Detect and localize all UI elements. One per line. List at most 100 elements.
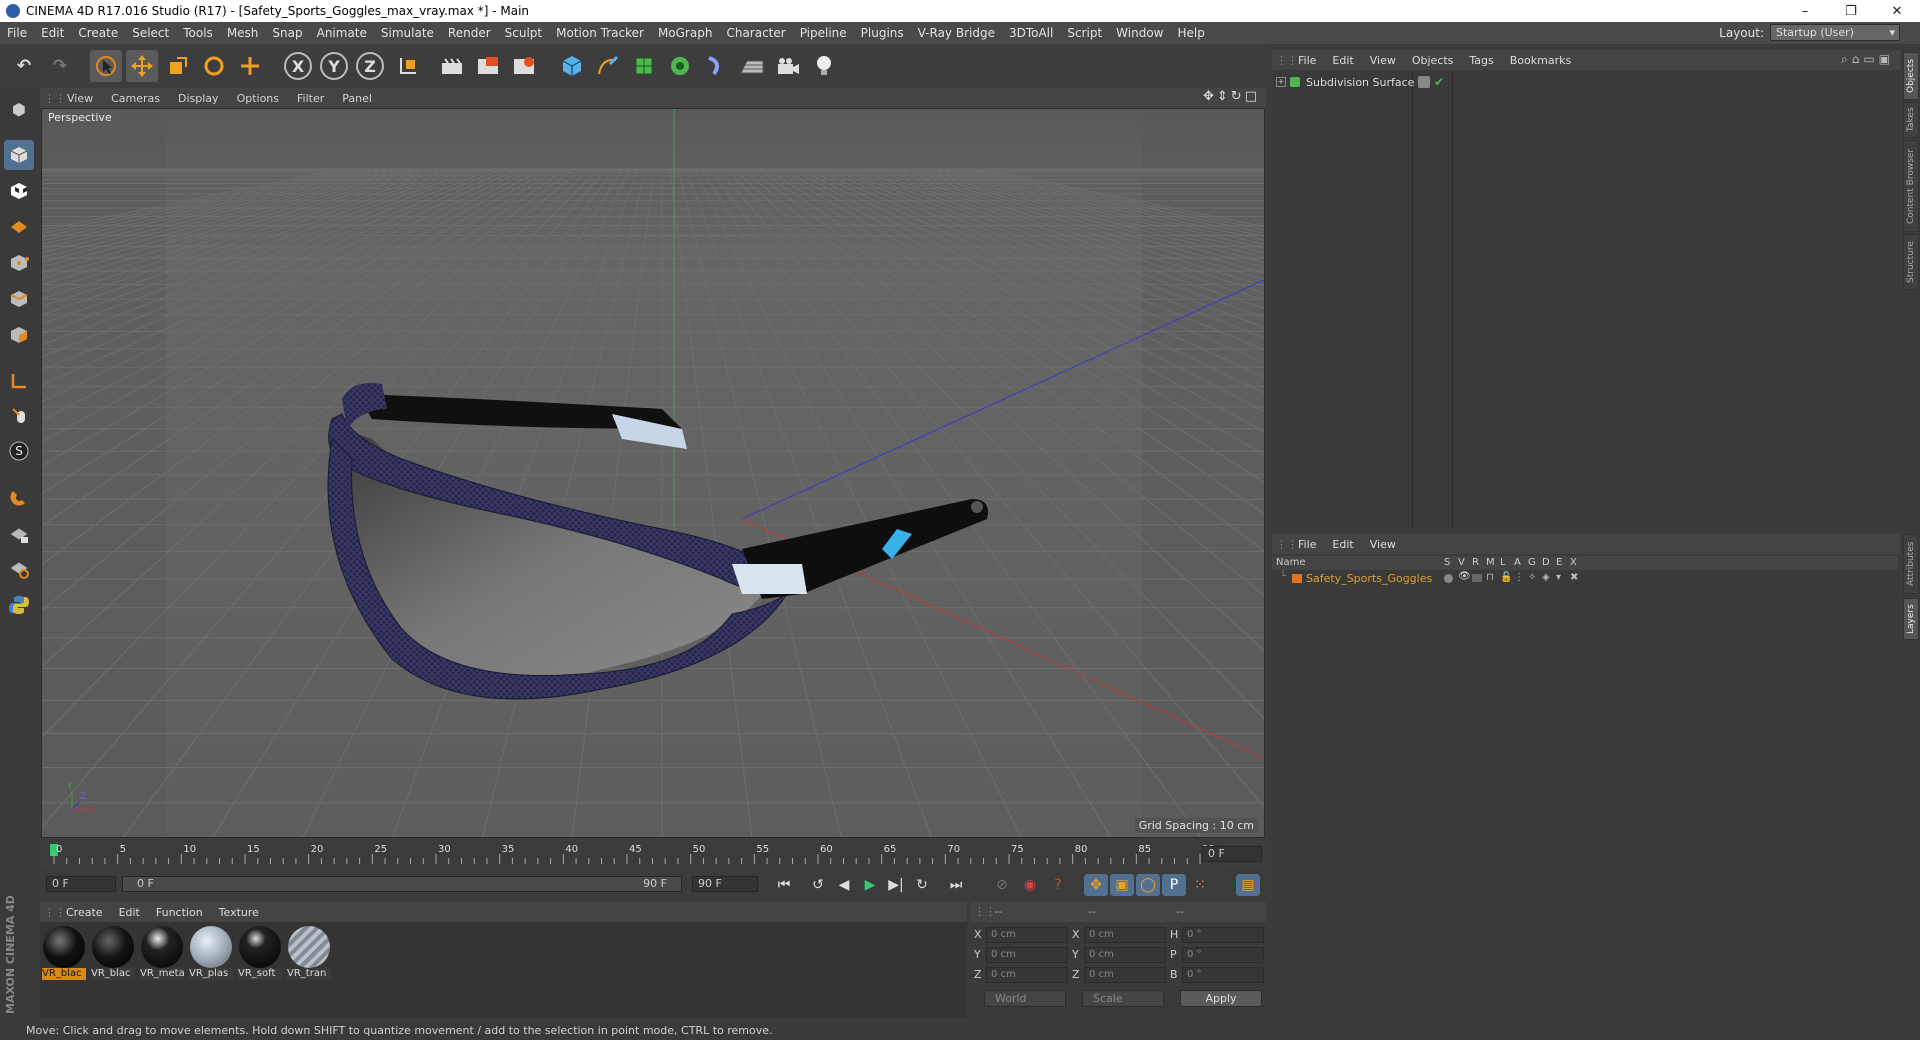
scale-tool-icon[interactable]: [162, 50, 194, 82]
menu-edit[interactable]: Edit: [34, 26, 71, 40]
locked-workplane-icon[interactable]: [4, 520, 34, 550]
render-to-picture-viewer-icon[interactable]: [472, 50, 504, 82]
record-keys-icon[interactable]: ⊘: [990, 874, 1014, 896]
viewport-menu-display[interactable]: Display: [169, 92, 228, 105]
close-button[interactable]: ✕: [1874, 0, 1920, 22]
python-icon[interactable]: [4, 590, 34, 620]
layer-col-e[interactable]: E: [1556, 557, 1562, 568]
keyframe-selection-icon[interactable]: ?: [1046, 874, 1070, 896]
menu-snap[interactable]: Snap: [265, 26, 309, 40]
menu-help[interactable]: Help: [1170, 26, 1211, 40]
redo-icon[interactable]: ↷: [44, 50, 76, 82]
coord-size-y-field[interactable]: 0 cm: [1084, 947, 1166, 963]
object-menu-view[interactable]: View: [1362, 54, 1404, 67]
viewport-maximize-icon[interactable]: □: [1245, 89, 1260, 104]
viewport-menu-panel[interactable]: Panel: [333, 92, 381, 105]
go-to-next-key-icon[interactable]: ↻: [910, 874, 934, 896]
layer-col-d[interactable]: D: [1542, 557, 1550, 568]
key-scale-icon[interactable]: ▣: [1110, 874, 1134, 896]
menu-sculpt[interactable]: Sculpt: [498, 26, 549, 40]
menu-create[interactable]: Create: [71, 26, 125, 40]
object-row[interactable]: + Subdivision Surface ✔: [1272, 74, 1898, 90]
coord-pos-z-field[interactable]: 0 cm: [986, 967, 1068, 983]
menu-select[interactable]: Select: [125, 26, 176, 40]
deformer-icon[interactable]: [700, 50, 732, 82]
key-rotation-icon[interactable]: ◯: [1136, 874, 1160, 896]
material-menu-edit[interactable]: Edit: [111, 906, 148, 919]
axis-mode-icon[interactable]: [4, 366, 34, 396]
layout-icon[interactable]: ▭: [1863, 52, 1878, 66]
tab-content-browser[interactable]: Content Browser: [1903, 140, 1919, 232]
live-selection-icon[interactable]: [90, 50, 122, 82]
layer-menu-view[interactable]: View: [1362, 538, 1404, 551]
key-parameter-icon[interactable]: P: [1162, 874, 1186, 896]
coord-size-x-field[interactable]: 0 cm: [1084, 927, 1166, 943]
tweak-mode-icon[interactable]: [4, 400, 34, 430]
cube-primitive-icon[interactable]: [556, 50, 588, 82]
layer-col-r[interactable]: R: [1472, 557, 1479, 568]
next-frame-icon[interactable]: ▶|: [884, 874, 908, 896]
layer-manager-icon[interactable]: ⊓: [1486, 572, 1494, 583]
layer-col-l[interactable]: L: [1500, 557, 1506, 568]
model-mode-icon[interactable]: [4, 140, 34, 170]
edit-render-settings-icon[interactable]: [508, 50, 540, 82]
apply-button[interactable]: Apply: [1180, 990, 1262, 1007]
menu-motion-tracker[interactable]: Motion Tracker: [549, 26, 651, 40]
undo-icon[interactable]: ↶: [8, 50, 40, 82]
go-to-start-icon[interactable]: ⏮: [772, 874, 796, 896]
coord-rot-b-field[interactable]: 0 °: [1182, 967, 1264, 983]
menu-simulate[interactable]: Simulate: [374, 26, 441, 40]
play-forward-icon[interactable]: ▶: [858, 874, 882, 896]
pen-spline-icon[interactable]: [592, 50, 624, 82]
recent-tool-icon[interactable]: [234, 50, 266, 82]
layer-xref-icon[interactable]: ✖: [1570, 572, 1578, 583]
viewport-menu-view[interactable]: View: [58, 92, 102, 105]
layer-visible-icon[interactable]: 👁: [1458, 571, 1471, 582]
coordinate-system-icon[interactable]: [392, 50, 424, 82]
make-editable-icon[interactable]: ⬢: [4, 94, 34, 124]
planar-workplane-icon[interactable]: [4, 554, 34, 584]
layer-generators-icon[interactable]: ✧: [1528, 572, 1536, 583]
layer-animation-icon[interactable]: ⋮: [1514, 572, 1524, 583]
coord-size-z-field[interactable]: 0 cm: [1084, 967, 1166, 983]
layer-expressions-icon[interactable]: ▾: [1556, 572, 1561, 583]
x-axis-lock-button[interactable]: X: [282, 50, 314, 82]
material-item[interactable]: VR_tran: [287, 926, 331, 984]
menu-pipeline[interactable]: Pipeline: [793, 26, 854, 40]
search-icon[interactable]: ⌕: [1841, 52, 1852, 66]
tab-structure[interactable]: Structure: [1903, 234, 1919, 290]
edges-mode-icon[interactable]: [4, 284, 34, 314]
end-frame-field[interactable]: 90 F: [692, 876, 758, 892]
y-axis-lock-button[interactable]: Y: [318, 50, 350, 82]
enabled-check-icon[interactable]: ✔: [1434, 75, 1444, 89]
cloner-icon[interactable]: [664, 50, 696, 82]
object-menu-tags[interactable]: Tags: [1461, 54, 1501, 67]
frame-range-slider[interactable]: 0 F 90 F: [122, 876, 682, 892]
current-frame-field[interactable]: 0 F: [1202, 846, 1262, 862]
material-item[interactable]: VR_blac: [42, 926, 86, 984]
menu-vray-bridge[interactable]: V-Ray Bridge: [911, 26, 1002, 40]
previous-frame-icon[interactable]: ◀: [832, 874, 856, 896]
coord-pos-y-field[interactable]: 0 cm: [986, 947, 1068, 963]
layer-col-x[interactable]: X: [1570, 557, 1577, 568]
snapping-icon[interactable]: S: [4, 436, 34, 466]
timeline-window-icon[interactable]: ▤: [1236, 874, 1260, 896]
move-tool-icon[interactable]: [126, 50, 158, 82]
viewport-rotate-icon[interactable]: ↻: [1231, 89, 1245, 104]
minimize-button[interactable]: –: [1782, 0, 1828, 22]
maximize-button[interactable]: ❐: [1828, 0, 1874, 22]
layer-col-v[interactable]: V: [1458, 557, 1465, 568]
start-frame-field[interactable]: 0 F: [46, 876, 116, 892]
material-item[interactable]: VR_blac: [91, 926, 135, 984]
key-pla-icon[interactable]: ⁙: [1188, 874, 1212, 896]
layer-lock-icon[interactable]: 🔓: [1500, 572, 1512, 583]
menu-tools[interactable]: Tools: [176, 26, 220, 40]
menu-character[interactable]: Character: [719, 26, 792, 40]
tab-layers[interactable]: Layers: [1903, 598, 1919, 640]
menu-mesh[interactable]: Mesh: [220, 26, 266, 40]
layer-row[interactable]: └ Safety_Sports_Goggles 👁 ⊓ 🔓 ⋮ ✧ ◈ ▾ ✖: [1272, 571, 1898, 586]
object-menu-bookmarks[interactable]: Bookmarks: [1502, 54, 1579, 67]
viewport-pan-icon[interactable]: ✥: [1203, 89, 1217, 104]
layer-render-icon[interactable]: [1472, 574, 1482, 582]
material-menu-create[interactable]: Create: [58, 906, 111, 919]
